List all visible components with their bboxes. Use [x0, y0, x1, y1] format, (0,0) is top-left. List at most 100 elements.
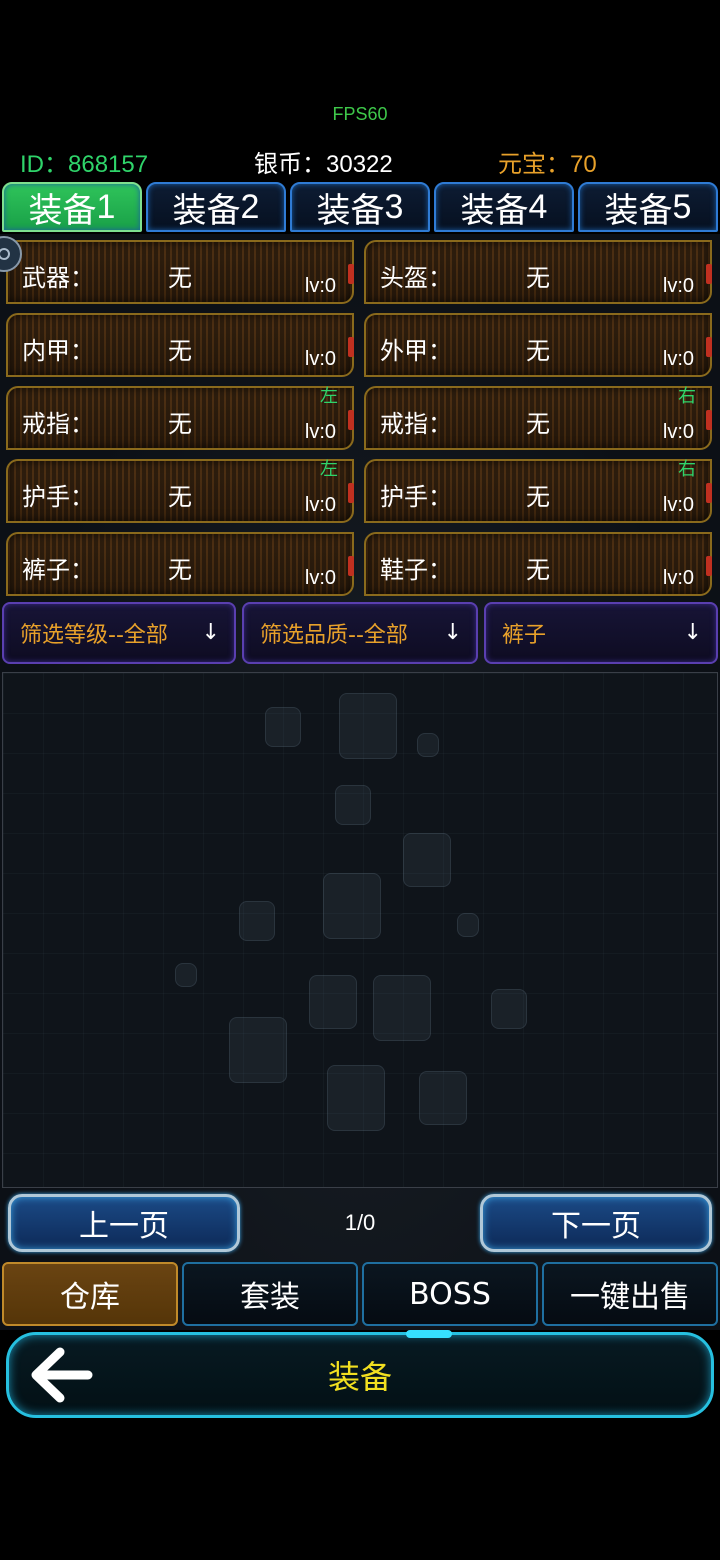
circuit-decoration — [491, 989, 527, 1029]
next-page-button[interactable]: 下一页 — [480, 1194, 712, 1252]
slot-accent-icon — [706, 337, 712, 357]
slot-weapon[interactable]: 武器： 无 lv:0 — [6, 240, 354, 304]
circuit-decoration — [373, 975, 431, 1041]
tab-label: 装备 — [28, 190, 97, 231]
slot-accent-icon — [348, 483, 354, 503]
slot-outer-armor[interactable]: 外甲： 无 lv:0 — [364, 313, 712, 377]
slot-value: 无 — [526, 556, 550, 584]
slot-accent-icon — [706, 264, 712, 284]
slot-level: lv:0 — [662, 494, 694, 516]
tab-boss[interactable]: BOSS — [362, 1262, 538, 1326]
slot-value: 无 — [168, 264, 192, 292]
gold-count: 元宝：70 — [498, 151, 597, 178]
circuit-decoration — [335, 785, 371, 825]
slot-label: 鞋子： — [380, 556, 452, 584]
circuit-decoration — [265, 707, 301, 747]
slot-side: 右 — [678, 459, 696, 480]
inventory-grid[interactable] — [2, 672, 718, 1188]
circuit-decoration — [175, 963, 197, 987]
slot-inner-armor[interactable]: 内甲： 无 lv:0 — [6, 313, 354, 377]
tab-label: 装备 — [316, 190, 385, 231]
tab-equip-1[interactable]: 装备 1 — [2, 182, 142, 232]
slot-side: 左 — [320, 386, 338, 407]
pagination: 上一页 1/0 下一页 — [0, 1194, 720, 1254]
slot-gauntlet-left[interactable]: 护手： 无 左 lv:0 — [6, 459, 354, 523]
fps-counter: FPS60 — [332, 104, 388, 124]
circuit-decoration — [323, 873, 381, 939]
slot-value: 无 — [168, 410, 192, 438]
arrow-down-icon: ↓ — [683, 620, 702, 645]
slot-accent-icon — [706, 556, 712, 576]
arrow-down-icon: ↓ — [443, 620, 462, 645]
filter-bar: 筛选等级--全部 ↓ 筛选品质--全部 ↓ 裤子 ↓ — [0, 602, 720, 666]
slot-level: lv:0 — [304, 348, 336, 370]
filter-level-dropdown[interactable]: 筛选等级--全部 ↓ — [2, 602, 236, 664]
slot-accent-icon — [348, 264, 354, 284]
bottom-nav: 装备 — [0, 1330, 720, 1420]
slot-level: lv:0 — [662, 348, 694, 370]
slot-side: 左 — [320, 459, 338, 480]
equipment-set-tabs: 装备 1 装备 2 装备 3 装备 4 装备 5 — [0, 182, 720, 234]
tab-number: 3 — [384, 187, 404, 226]
slot-accent-icon — [348, 556, 354, 576]
filter-quality-label: 筛选品质--全部 — [260, 623, 408, 648]
bottom-tab-bar: 仓库 套装 BOSS 一键出售 — [0, 1262, 720, 1326]
refresh-icon — [0, 248, 10, 260]
slot-label: 头盔： — [380, 264, 452, 292]
slot-label: 内甲： — [22, 337, 94, 365]
slot-level: lv:0 — [304, 421, 336, 443]
tab-number: 4 — [528, 187, 548, 226]
slot-accent-icon — [706, 483, 712, 503]
slot-pants[interactable]: 裤子： 无 lv:0 — [6, 532, 354, 596]
circuit-decoration — [419, 1071, 467, 1125]
tab-equip-5[interactable]: 装备 5 — [578, 182, 718, 232]
slot-label: 外甲： — [380, 337, 452, 365]
slot-helmet[interactable]: 头盔： 无 lv:0 — [364, 240, 712, 304]
slot-side: 右 — [678, 386, 696, 407]
filter-quality-dropdown[interactable]: 筛选品质--全部 ↓ — [242, 602, 478, 664]
tab-equip-3[interactable]: 装备 3 — [290, 182, 430, 232]
slot-level: lv:0 — [662, 421, 694, 443]
tab-warehouse[interactable]: 仓库 — [2, 1262, 178, 1326]
tab-number: 5 — [672, 187, 692, 226]
slot-value: 无 — [168, 556, 192, 584]
slot-level: lv:0 — [662, 567, 694, 589]
slot-ring-left[interactable]: 戒指： 无 左 lv:0 — [6, 386, 354, 450]
slot-value: 无 — [526, 483, 550, 511]
circuit-decoration — [417, 733, 439, 757]
slot-label: 武器： — [22, 264, 94, 292]
tab-label: 装备 — [172, 190, 241, 231]
slot-level: lv:0 — [304, 494, 336, 516]
slot-value: 无 — [526, 264, 550, 292]
slot-value: 无 — [168, 483, 192, 511]
tab-set[interactable]: 套装 — [182, 1262, 358, 1326]
slot-label: 裤子： — [22, 556, 94, 584]
player-id: ID：868157 — [20, 151, 149, 178]
arrow-down-icon: ↓ — [201, 620, 220, 645]
slot-shoes[interactable]: 鞋子： 无 lv:0 — [364, 532, 712, 596]
slot-value: 无 — [168, 337, 192, 365]
filter-type-label: 裤子 — [502, 623, 547, 648]
tab-label: 装备 — [460, 190, 529, 231]
slot-accent-icon — [348, 410, 354, 430]
circuit-decoration — [239, 901, 275, 941]
nav-notch — [406, 1330, 452, 1338]
slot-level: lv:0 — [662, 275, 694, 297]
slot-gauntlet-right[interactable]: 护手： 无 右 lv:0 — [364, 459, 712, 523]
circuit-decoration — [457, 913, 479, 937]
tab-equip-4[interactable]: 装备 4 — [434, 182, 574, 232]
slot-label: 护手： — [22, 483, 94, 511]
slot-ring-right[interactable]: 戒指： 无 右 lv:0 — [364, 386, 712, 450]
circuit-decoration — [309, 975, 357, 1029]
currency-bar: ID：868157 银币：30322 元宝：70 — [0, 142, 720, 178]
slot-label: 护手： — [380, 483, 452, 511]
slot-value: 无 — [526, 410, 550, 438]
filter-type-dropdown[interactable]: 裤子 ↓ — [484, 602, 718, 664]
tab-equip-2[interactable]: 装备 2 — [146, 182, 286, 232]
slot-value: 无 — [526, 337, 550, 365]
silver-count: 银币：30322 — [254, 151, 393, 178]
tab-quick-sell[interactable]: 一键出售 — [542, 1262, 718, 1326]
tab-number: 1 — [96, 187, 116, 226]
slot-label: 戒指： — [22, 410, 94, 438]
slot-accent-icon — [706, 410, 712, 430]
